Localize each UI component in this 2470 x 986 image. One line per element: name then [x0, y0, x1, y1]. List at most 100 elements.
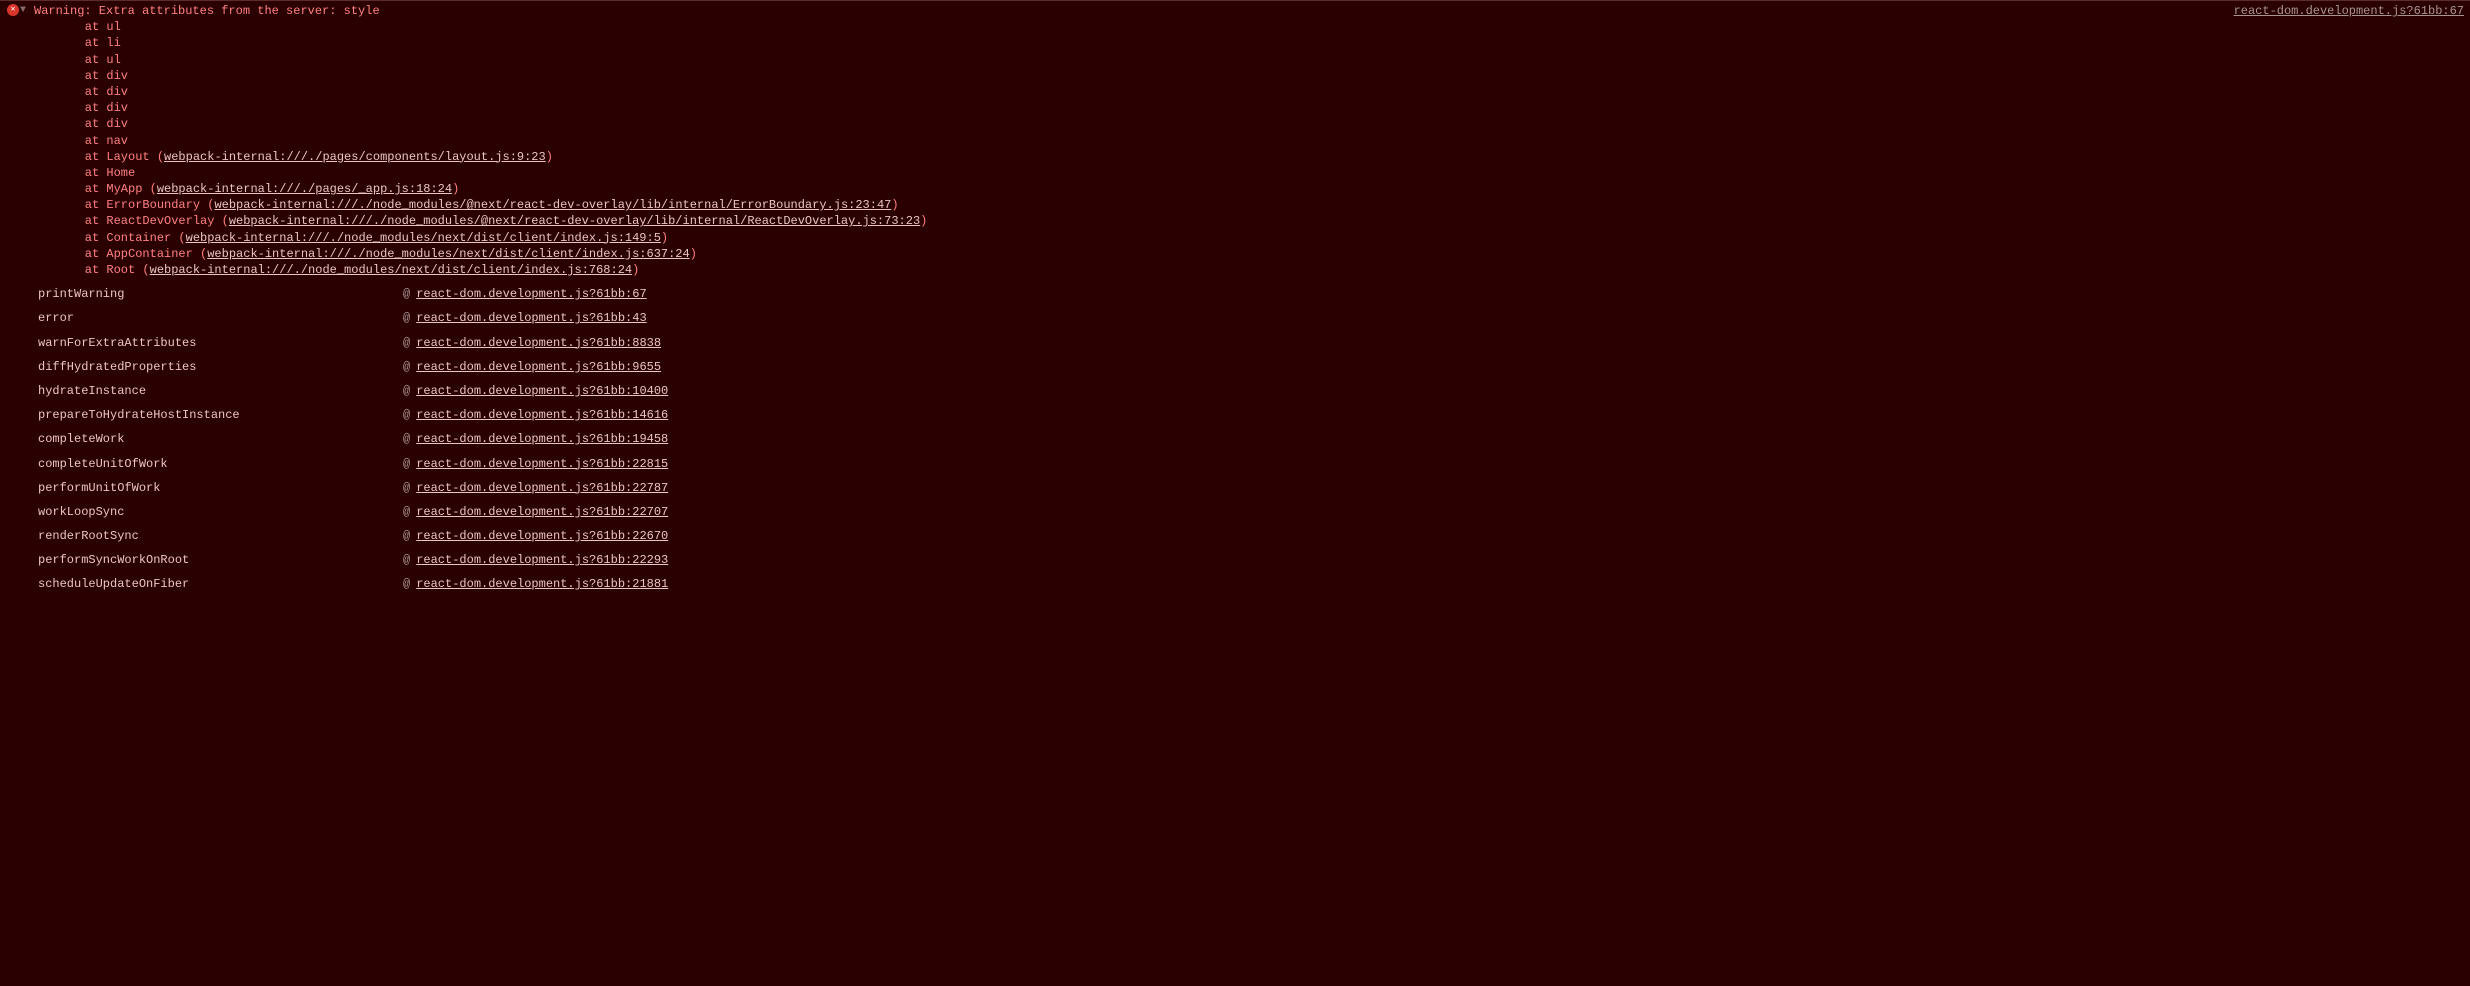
call-function-name: error	[38, 310, 403, 326]
stack-prefix: at li	[56, 36, 121, 50]
stack-trace-link[interactable]: webpack-internal:///./node_modules/@next…	[214, 198, 891, 212]
stack-trace-link[interactable]: webpack-internal:///./node_modules/@next…	[229, 214, 920, 228]
stack-trace-link[interactable]: webpack-internal:///./node_modules/next/…	[207, 247, 689, 261]
call-at-symbol: @	[403, 286, 410, 302]
call-stack-row: hydrateInstance@ react-dom.development.js…	[38, 379, 2470, 403]
call-source-link[interactable]: react-dom.development.js?61bb:21881	[416, 576, 668, 592]
error-icon-slot	[6, 4, 20, 16]
call-stack-row: completeWork@ react-dom.development.js?61…	[38, 427, 2470, 451]
call-function-name: completeUnitOfWork	[38, 456, 403, 472]
message-text: Warning: Extra attributes from the serve…	[34, 3, 2222, 19]
call-function-name: completeWork	[38, 431, 403, 447]
source-link[interactable]: react-dom.development.js?61bb:67	[2234, 3, 2464, 19]
call-function-name: workLoopSync	[38, 504, 403, 520]
stack-line: at li	[56, 35, 2470, 51]
stack-suffix: )	[920, 214, 927, 228]
call-stack-row: printWarning@ react-dom.development.js?61…	[38, 282, 2470, 306]
stack-line: at div	[56, 84, 2470, 100]
call-at-symbol: @	[403, 359, 410, 375]
call-at-symbol: @	[403, 480, 410, 496]
call-source-link[interactable]: react-dom.development.js?61bb:19458	[416, 431, 668, 447]
call-function-name: warnForExtraAttributes	[38, 335, 403, 351]
call-source-link[interactable]: react-dom.development.js?61bb:22707	[416, 504, 668, 520]
stack-suffix: )	[891, 198, 898, 212]
call-at-symbol: @	[403, 335, 410, 351]
call-stack-row: performSyncWorkOnRoot@ react-dom.developm…	[38, 548, 2470, 572]
stack-prefix: at Home	[56, 166, 135, 180]
call-stack-row: scheduleUpdateOnFiber@ react-dom.developm…	[38, 572, 2470, 596]
call-function-name: performSyncWorkOnRoot	[38, 552, 403, 568]
stack-prefix: at Root (	[56, 263, 150, 277]
call-source-link[interactable]: react-dom.development.js?61bb:22787	[416, 480, 668, 496]
disclosure-triangle-icon[interactable]: ▼	[20, 3, 34, 18]
stack-line: at Home	[56, 165, 2470, 181]
call-at-symbol: @	[403, 407, 410, 423]
stack-trace-link[interactable]: webpack-internal:///./pages/_app.js:18:2…	[157, 182, 452, 196]
call-source-link[interactable]: react-dom.development.js?61bb:14616	[416, 407, 668, 423]
stack-prefix: at MyApp (	[56, 182, 157, 196]
stack-line: at AppContainer (webpack-internal:///./n…	[56, 246, 2470, 262]
call-source-link[interactable]: react-dom.development.js?61bb:9655	[416, 359, 661, 375]
stack-line: at Root (webpack-internal:///./node_modu…	[56, 262, 2470, 278]
stack-line: at MyApp (webpack-internal:///./pages/_a…	[56, 181, 2470, 197]
stack-prefix: at div	[56, 117, 128, 131]
call-stack-row: renderRootSync@react-dom.development.js?…	[38, 524, 2470, 548]
call-at-symbol: @	[403, 552, 410, 568]
call-function-name: prepareToHydrateHostInstance	[38, 407, 403, 423]
stack-prefix: at div	[56, 101, 128, 115]
call-stack-table: printWarning@react-dom.development.js?61…	[0, 278, 2470, 596]
call-source-link[interactable]: react-dom.development.js?61bb:8838	[416, 335, 661, 351]
stack-suffix: )	[690, 247, 697, 261]
stack-trace-link[interactable]: webpack-internal:///./node_modules/next/…	[186, 231, 661, 245]
call-at-symbol: @	[403, 383, 410, 399]
warning-body: Extra attributes from the server: style	[92, 4, 380, 18]
call-source-link[interactable]: react-dom.development.js?61bb:10400	[416, 383, 668, 399]
console-error-message: ▼ Warning: Extra attributes from the ser…	[0, 0, 2470, 597]
stack-prefix: at ErrorBoundary (	[56, 198, 214, 212]
call-at-symbol: @	[403, 431, 410, 447]
stack-prefix: at div	[56, 85, 128, 99]
stack-line: at div	[56, 116, 2470, 132]
stack-line: at Layout (webpack-internal:///./pages/c…	[56, 149, 2470, 165]
call-stack-row: warnForExtraAttributes@ react-dom.develop…	[38, 331, 2470, 355]
stack-prefix: at ReactDevOverlay (	[56, 214, 229, 228]
stack-suffix: )	[546, 150, 553, 164]
stack-line: at nav	[56, 133, 2470, 149]
call-source-link[interactable]: react-dom.development.js?61bb:22670	[416, 528, 668, 544]
stack-prefix: at ul	[56, 53, 121, 67]
call-source-link[interactable]: react-dom.development.js?61bb:22815	[416, 456, 668, 472]
call-stack-row: error@react-dom.development.js?61bb:43	[38, 306, 2470, 330]
call-at-symbol: @	[403, 504, 410, 520]
call-function-name: hydrateInstance	[38, 383, 403, 399]
call-function-name: performUnitOfWork	[38, 480, 403, 496]
stack-line: at div	[56, 100, 2470, 116]
call-source-link[interactable]: react-dom.development.js?61bb:43	[416, 310, 646, 326]
call-stack-row: performUnitOfWork@ react-dom.development.…	[38, 476, 2470, 500]
message-header: ▼ Warning: Extra attributes from the ser…	[0, 1, 2470, 19]
call-at-symbol: @	[403, 456, 410, 472]
call-stack-row: workLoopSync@ react-dom.development.js?61…	[38, 500, 2470, 524]
stack-line: at ul	[56, 52, 2470, 68]
stack-suffix: )	[452, 182, 459, 196]
stack-line: at div	[56, 68, 2470, 84]
stack-line: at ReactDevOverlay (webpack-internal:///…	[56, 213, 2470, 229]
call-source-link[interactable]: react-dom.development.js?61bb:67	[416, 286, 646, 302]
call-stack-row: prepareToHydrateHostInstance@ react-dom.d…	[38, 403, 2470, 427]
call-stack-row: completeUnitOfWork@ react-dom.development…	[38, 452, 2470, 476]
stack-trace-link[interactable]: webpack-internal:///./pages/components/l…	[164, 150, 546, 164]
error-icon	[7, 4, 19, 16]
component-stack: at ul at li at ul at div at div at div a…	[0, 19, 2470, 278]
stack-line: at ErrorBoundary (webpack-internal:///./…	[56, 197, 2470, 213]
call-source-link[interactable]: react-dom.development.js?61bb:22293	[416, 552, 668, 568]
call-function-name: scheduleUpdateOnFiber	[38, 576, 403, 592]
stack-line: at Container (webpack-internal:///./node…	[56, 230, 2470, 246]
call-at-symbol: @	[403, 528, 410, 544]
stack-trace-link[interactable]: webpack-internal:///./node_modules/next/…	[150, 263, 632, 277]
stack-prefix: at ul	[56, 20, 121, 34]
warning-label: Warning:	[34, 4, 92, 18]
call-function-name: diffHydratedProperties	[38, 359, 403, 375]
call-stack-row: diffHydratedProperties@ react-dom.develop…	[38, 355, 2470, 379]
call-function-name: printWarning	[38, 286, 403, 302]
call-at-symbol: @	[403, 576, 410, 592]
stack-line: at ul	[56, 19, 2470, 35]
